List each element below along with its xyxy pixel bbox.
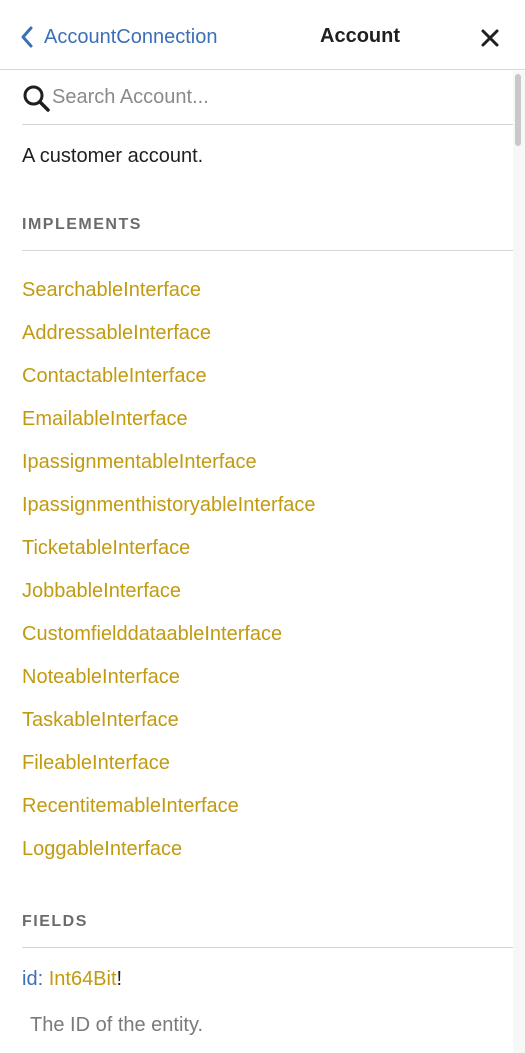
field-name[interactable]: id <box>22 968 38 990</box>
scrollbar-thumb[interactable] <box>515 74 521 146</box>
implements-heading: IMPLEMENTS <box>22 216 513 251</box>
implements-link[interactable]: CustomfielddataableInterface <box>22 613 513 656</box>
back-button[interactable]: AccountConnection <box>18 22 217 52</box>
field-non-null-marker: ! <box>116 968 123 990</box>
type-description: A customer account. <box>22 145 204 167</box>
close-button[interactable] <box>476 24 504 52</box>
field-row: id: Int64Bit! <box>22 966 513 992</box>
implements-link[interactable]: NoteableInterface <box>22 656 513 699</box>
implements-link[interactable]: RecentitemableInterface <box>22 785 513 828</box>
implements-link[interactable]: SearchableInterface <box>22 269 513 312</box>
field-description: The ID of the entity. <box>30 1014 204 1036</box>
implements-list: SearchableInterface AddressableInterface… <box>22 269 513 871</box>
implements-link[interactable]: FileableInterface <box>22 742 513 785</box>
search-bar <box>22 71 513 125</box>
top-bar: AccountConnection Account <box>0 0 525 70</box>
page-title: Account <box>320 25 400 47</box>
implements-link[interactable]: AddressableInterface <box>22 312 513 355</box>
field-type-link[interactable]: Int64Bit <box>49 968 117 990</box>
scrollbar-track[interactable] <box>513 71 525 1053</box>
search-input[interactable] <box>52 86 492 109</box>
implements-link[interactable]: EmailableInterface <box>22 398 513 441</box>
fields-heading: FIELDS <box>22 913 513 948</box>
search-icon <box>22 84 50 112</box>
close-icon <box>476 29 504 56</box>
field-colon: : <box>37 968 44 990</box>
implements-link[interactable]: LoggableInterface <box>22 828 513 871</box>
implements-link[interactable]: ContactableInterface <box>22 355 513 398</box>
implements-link[interactable]: TaskableInterface <box>22 699 513 742</box>
back-label: AccountConnection <box>44 26 218 48</box>
implements-link[interactable]: TicketableInterface <box>22 527 513 570</box>
doc-content: A customer account. IMPLEMENTS Searchabl… <box>22 71 513 1038</box>
chevron-left-icon <box>18 23 38 51</box>
implements-link[interactable]: IpassignmentableInterface <box>22 441 513 484</box>
implements-link[interactable]: JobbableInterface <box>22 570 513 613</box>
implements-link[interactable]: IpassignmenthistoryableInterface <box>22 484 513 527</box>
